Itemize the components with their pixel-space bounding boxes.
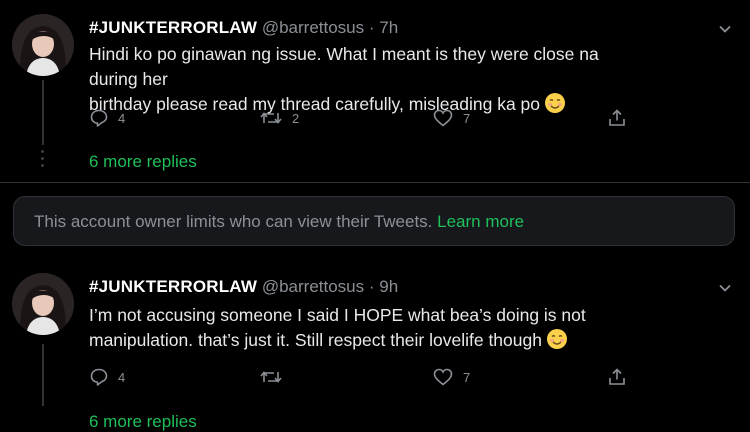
reply-icon: [89, 108, 109, 128]
handle[interactable]: @barrettosus: [262, 277, 364, 296]
smiling-face-emoji: [546, 328, 568, 357]
tweet-header: #JUNKTERRORLAW @barrettosus · 9h: [89, 277, 398, 297]
share-button[interactable]: [607, 366, 627, 388]
tweet-1[interactable]: #JUNKTERRORLAW @barrettosus · 7h Hindi k…: [0, 0, 750, 182]
avatar[interactable]: [12, 273, 74, 335]
thread-dots: [40, 150, 46, 171]
reply-button[interactable]: 4: [89, 107, 125, 129]
retweet-icon: [259, 108, 283, 128]
chevron-down-icon[interactable]: [716, 279, 734, 297]
retweet-button[interactable]: 2: [259, 107, 299, 129]
handle[interactable]: @barrettosus: [262, 18, 364, 37]
reply-button[interactable]: 4: [89, 366, 125, 388]
reply-count: 4: [118, 369, 126, 385]
like-icon: [432, 108, 454, 128]
tweet-text: I’m not accusing someone I said I HOPE w…: [89, 303, 649, 357]
share-icon: [607, 367, 627, 387]
timestamp[interactable]: 7h: [379, 18, 398, 37]
like-icon: [432, 367, 454, 387]
like-button[interactable]: 7: [432, 107, 470, 129]
show-more-replies-link[interactable]: 6 more replies: [89, 152, 197, 172]
thread-line: [42, 344, 44, 406]
separator-dot: ·: [368, 18, 375, 37]
show-more-replies-link[interactable]: 6 more replies: [89, 412, 197, 432]
chevron-down-icon[interactable]: [716, 20, 734, 38]
divider: [0, 182, 750, 183]
tweet-text-line: Hindi ko po ginawan ng issue. What I mea…: [89, 44, 599, 89]
timestamp[interactable]: 9h: [379, 277, 398, 296]
tweet-text-line: manipulation. that’s just it. Still resp…: [89, 328, 649, 357]
separator-dot: ·: [368, 277, 375, 296]
share-button[interactable]: [607, 107, 627, 129]
notice-text: This account owner limits who can view t…: [34, 212, 433, 231]
retweet-count: 2: [292, 110, 300, 126]
thread-line: [42, 80, 44, 145]
reply-icon: [89, 367, 109, 387]
learn-more-link[interactable]: Learn more: [437, 212, 524, 231]
retweet-icon: [259, 367, 283, 387]
tweet-text-line: I’m not accusing someone I said I HOPE w…: [89, 305, 586, 325]
tweet-actions: 4 2 7: [89, 107, 649, 129]
reply-count: 4: [118, 110, 126, 126]
tweet-2[interactable]: #JUNKTERRORLAW @barrettosus · 9h I’m not…: [0, 262, 750, 432]
like-count: 7: [463, 110, 471, 126]
like-button[interactable]: 7: [432, 366, 470, 388]
display-name[interactable]: #JUNKTERRORLAW: [89, 277, 257, 296]
protected-account-notice: This account owner limits who can view t…: [13, 196, 735, 246]
share-icon: [607, 108, 627, 128]
avatar[interactable]: [12, 14, 74, 76]
tweet-header: #JUNKTERRORLAW @barrettosus · 7h: [89, 18, 398, 38]
display-name[interactable]: #JUNKTERRORLAW: [89, 18, 257, 37]
retweet-button[interactable]: [259, 366, 292, 388]
like-count: 7: [463, 369, 471, 385]
tweet-actions: 4 7: [89, 366, 649, 388]
